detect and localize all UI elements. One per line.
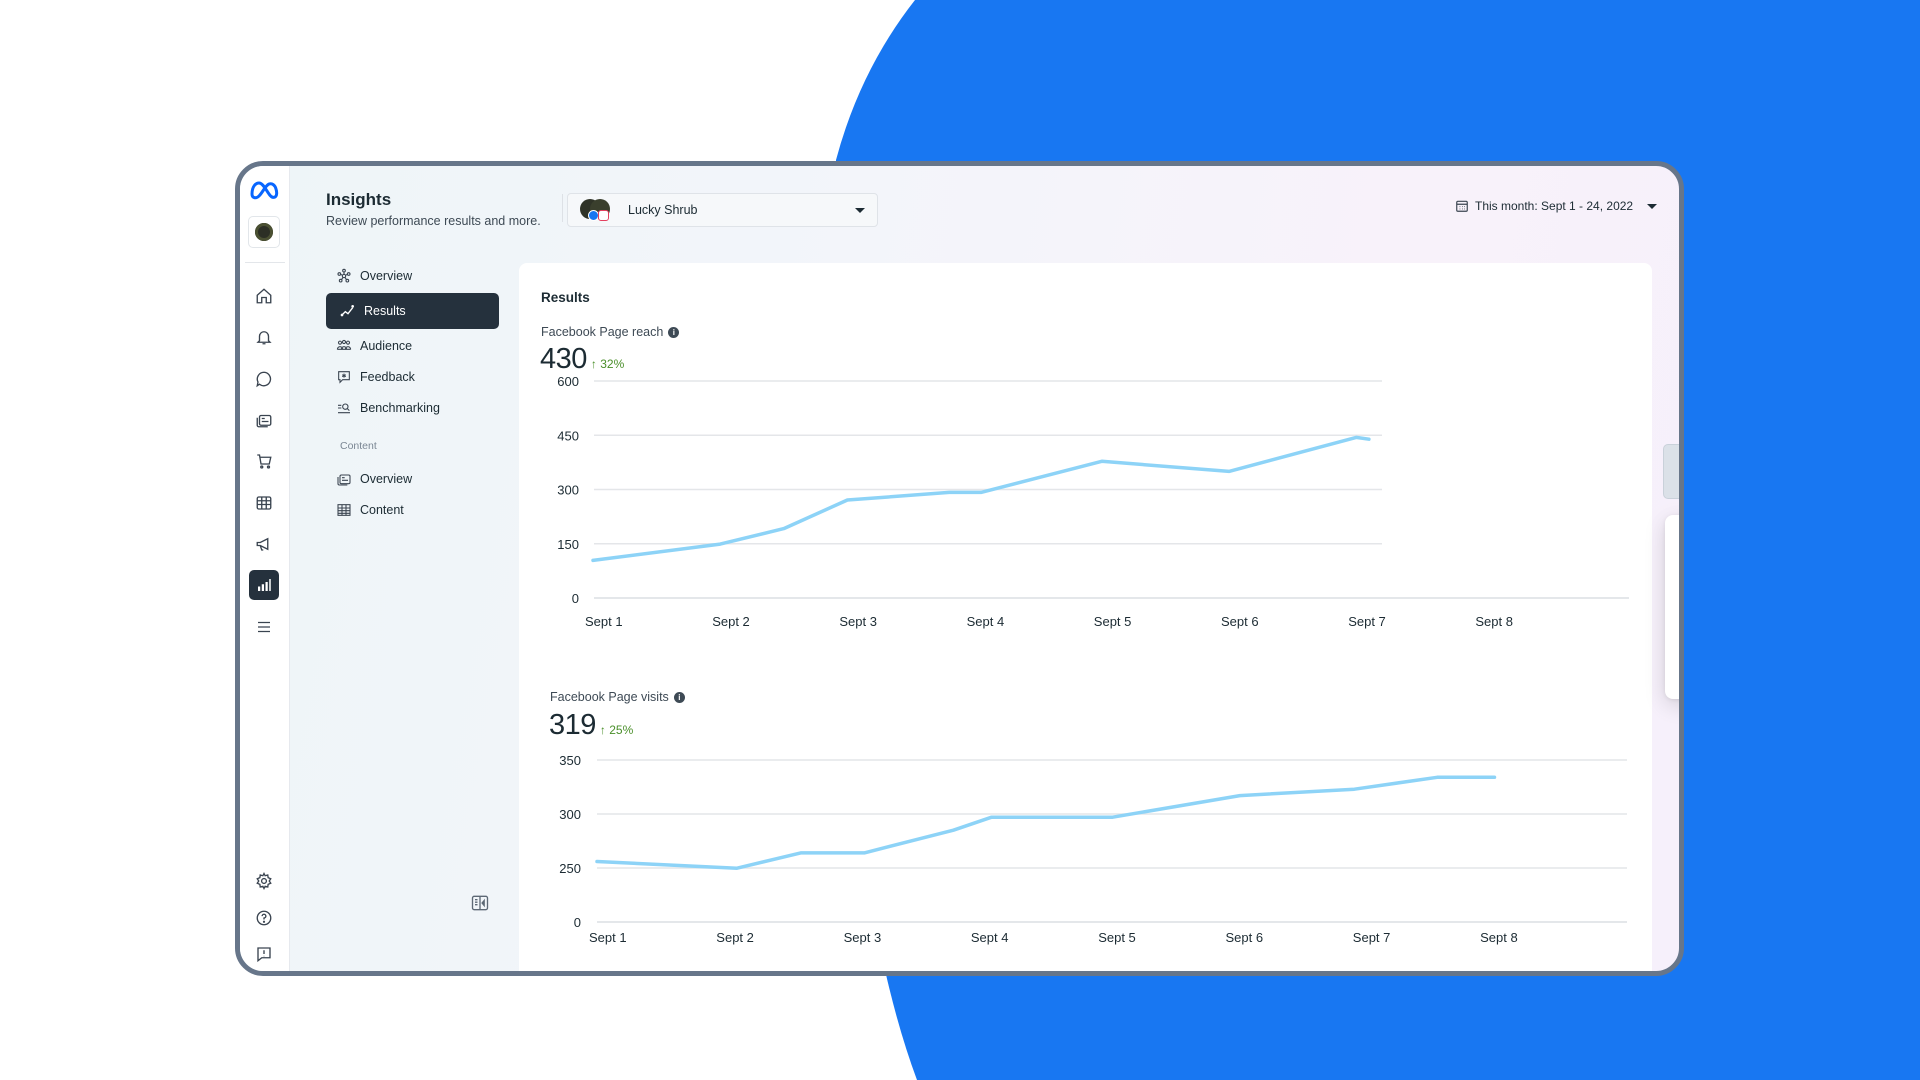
x-tick-label: Sept 6 xyxy=(1226,930,1264,945)
page-avatar-stack xyxy=(580,199,610,221)
x-tick-label: Sept 1 xyxy=(589,930,627,945)
nav-item-label: Overview xyxy=(360,472,413,486)
page-selector-value: Lucky Shrub xyxy=(628,203,698,217)
nav-section-content: Content xyxy=(340,440,377,452)
benchmarking-icon xyxy=(338,403,350,414)
settings-gear-icon[interactable] xyxy=(249,866,279,896)
page-avatar[interactable] xyxy=(248,216,280,248)
y-tick-label: 350 xyxy=(559,753,581,768)
nav-item-results[interactable]: Results xyxy=(326,293,499,329)
notifications-bell-icon[interactable] xyxy=(249,322,279,352)
home-icon[interactable] xyxy=(249,281,279,311)
instagram-icon xyxy=(598,210,609,221)
y-tick-label: 250 xyxy=(559,861,581,876)
export-button[interactable]: Export xyxy=(1663,444,1679,499)
menu-hamburger-icon[interactable] xyxy=(249,612,279,642)
date-range-picker[interactable]: This month: Sept 1 - 24, 2022 xyxy=(1455,199,1658,213)
nav-item-label: Audience xyxy=(360,339,413,353)
meta-logo-icon[interactable] xyxy=(248,178,280,202)
nav-item-label: Content xyxy=(360,503,404,517)
export-menu: Export as png Export as csv Export as pd… xyxy=(1665,515,1679,699)
rail-divider xyxy=(245,262,285,263)
content-overview-icon xyxy=(337,474,351,486)
chevron-down-icon xyxy=(1647,203,1658,209)
report-feedback-icon[interactable] xyxy=(249,939,279,969)
visits-line-chart: 0 250 300 350 Sept 1 Sept 2 Sept 3 Sept 4 Sept 5… xyxy=(559,753,1627,945)
y-tick-label: 300 xyxy=(559,807,581,822)
overview-icon xyxy=(337,268,351,283)
x-tick-label: Sept 4 xyxy=(971,930,1009,945)
page-selector-dropdown[interactable]: Lucky Shrub xyxy=(567,193,878,227)
date-range-label: This month: Sept 1 - 24, 2022 xyxy=(1475,199,1634,213)
x-tick-label: Sept 2 xyxy=(716,930,754,945)
messages-icon[interactable] xyxy=(249,364,279,394)
content-table-icon xyxy=(337,504,351,516)
nav-item-benchmarking[interactable]: Benchmarking xyxy=(326,390,499,426)
x-tick-label: Sept 3 xyxy=(844,930,882,945)
ads-megaphone-icon[interactable] xyxy=(249,529,279,559)
icon-rail xyxy=(240,166,290,971)
app-window: Insights Review performance results and … xyxy=(235,161,1684,976)
nav-item-label: Overview xyxy=(360,269,413,283)
help-icon[interactable] xyxy=(249,903,279,933)
shopping-cart-icon[interactable] xyxy=(249,446,279,476)
nav-item-label: Results xyxy=(364,304,406,318)
insights-bar-chart-icon[interactable] xyxy=(249,570,279,600)
export-csv-item[interactable]: Export as csv xyxy=(1665,590,1679,643)
page-subtitle: Review performance results and more. xyxy=(326,214,541,228)
audience-icon xyxy=(336,339,352,350)
nav-item-overview[interactable]: Overview xyxy=(326,258,499,294)
collapse-panel-icon[interactable] xyxy=(470,893,490,913)
feedback-icon xyxy=(338,371,350,384)
planner-table-icon[interactable] xyxy=(249,488,279,518)
nav-item-content[interactable]: Content xyxy=(326,492,499,528)
nav-item-label: Feedback xyxy=(360,370,415,384)
results-card: Results Facebook Page reach i 430 ↑ 32% … xyxy=(519,263,1679,971)
calendar-icon xyxy=(1456,200,1468,212)
header-divider xyxy=(562,194,563,222)
series-line xyxy=(595,775,1497,870)
nav-item-label: Benchmarking xyxy=(360,401,440,415)
x-tick-label: Sept 7 xyxy=(1353,930,1391,945)
posts-icon[interactable] xyxy=(249,405,279,435)
x-tick-label: Sept 8 xyxy=(1480,930,1518,945)
results-icon xyxy=(340,305,354,317)
y-tick-label: 0 xyxy=(574,915,581,930)
chevron-down-icon xyxy=(855,207,865,213)
x-tick-label: Sept 5 xyxy=(1098,930,1136,945)
export-pdf-item[interactable]: Export as pdf xyxy=(1665,643,1679,696)
export-png-item[interactable]: Export as png xyxy=(1665,537,1679,590)
page-title: Insights xyxy=(326,190,392,209)
